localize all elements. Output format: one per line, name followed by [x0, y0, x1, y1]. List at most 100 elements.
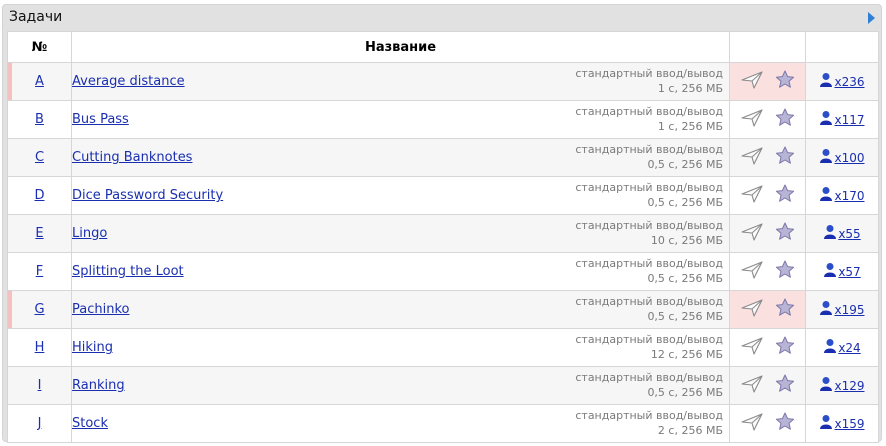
collapse-triangle-icon[interactable] [868, 12, 875, 24]
solved-count-link[interactable]: x100 [834, 151, 864, 165]
problem-letter-link[interactable]: B [35, 112, 44, 127]
problem-actions-cell [729, 138, 806, 177]
problem-title-link[interactable]: Stock [72, 416, 108, 431]
paper-plane-icon[interactable] [740, 146, 763, 170]
solved-count-link[interactable]: x129 [834, 379, 864, 393]
solved-count-link[interactable]: x170 [834, 189, 864, 203]
problem-solved-cell: x236 [805, 62, 879, 101]
problem-limits: стандартный ввод/вывод 12 с, 256 МБ [575, 332, 723, 362]
star-icon[interactable] [775, 70, 795, 93]
user-icon [823, 262, 837, 282]
problem-io: стандартный ввод/вывод [575, 409, 723, 422]
header-actions [729, 31, 806, 63]
solved-count-link[interactable]: x55 [838, 227, 860, 241]
problem-letter-link[interactable]: H [35, 340, 45, 355]
problem-title-link[interactable]: Ranking [72, 378, 125, 393]
problem-title-link[interactable]: Bus Pass [72, 112, 129, 127]
solved-count-link[interactable]: x57 [838, 265, 860, 279]
problem-letter-link[interactable]: G [34, 302, 44, 317]
problem-index-cell: F [7, 252, 72, 291]
solved-count-link[interactable]: x236 [834, 75, 864, 89]
paper-plane-icon[interactable] [740, 412, 763, 436]
problem-solved-cell: x100 [805, 138, 879, 177]
paper-plane-icon[interactable] [740, 336, 763, 360]
problem-index-cell: C [7, 138, 72, 177]
solved-count-link[interactable]: x195 [834, 303, 864, 317]
user-icon [819, 300, 833, 320]
table-row: I Ranking стандартный ввод/вывод 0,5 с, 256… [7, 366, 879, 405]
problem-io: стандартный ввод/вывод [575, 143, 723, 156]
problem-title-link[interactable]: Average distance [72, 74, 185, 89]
paper-plane-icon[interactable] [740, 222, 763, 246]
problem-index-cell: I [7, 366, 72, 405]
star-icon[interactable] [775, 146, 795, 169]
problem-index-cell: A [7, 62, 72, 101]
paper-plane-icon[interactable] [740, 70, 763, 94]
problem-index-cell: E [7, 214, 72, 253]
problem-letter-link[interactable]: J [38, 416, 42, 431]
problem-name-cell: Cutting Banknotes стандартный ввод/вывод 0… [71, 138, 730, 177]
problem-title-link[interactable]: Pachinko [72, 302, 129, 317]
problem-io: стандартный ввод/вывод [575, 371, 723, 384]
problem-title-link[interactable]: Cutting Banknotes [72, 150, 192, 165]
problem-time-memory: 10 с, 256 МБ [650, 234, 723, 247]
star-icon[interactable] [775, 298, 795, 321]
problem-solved-cell: x55 [805, 214, 879, 253]
problem-time-memory: 0,5 с, 256 МБ [647, 310, 723, 323]
problem-actions-cell [729, 252, 806, 291]
table-row: C Cutting Banknotes стандартный ввод/вывод… [7, 138, 879, 177]
problem-actions-cell [729, 290, 806, 329]
problem-io: стандартный ввод/вывод [575, 219, 723, 232]
star-icon[interactable] [775, 260, 795, 283]
paper-plane-icon[interactable] [740, 298, 763, 322]
table-row: G Pachinko стандартный ввод/вывод 0,5 с, 25… [7, 290, 879, 329]
problem-time-memory: 0,5 с, 256 МБ [647, 158, 723, 171]
problem-letter-link[interactable]: F [36, 264, 43, 279]
problem-actions-cell [729, 404, 806, 443]
solved-count-link[interactable]: x159 [834, 417, 864, 431]
paper-plane-icon[interactable] [740, 108, 763, 132]
problems-panel: Задачи № Название A Average distance станд… [2, 4, 882, 443]
paper-plane-icon[interactable] [740, 260, 763, 284]
star-icon[interactable] [775, 412, 795, 435]
problem-title-link[interactable]: Splitting the Loot [72, 264, 184, 279]
problem-time-memory: 1 с, 256 МБ [657, 120, 723, 133]
paper-plane-icon[interactable] [740, 184, 763, 208]
problem-title-link[interactable]: Hiking [72, 340, 113, 355]
table-row: F Splitting the Loot стандартный ввод/выво… [7, 252, 879, 291]
header-solved [805, 31, 879, 63]
star-icon[interactable] [775, 108, 795, 131]
problem-solved-cell: x57 [805, 252, 879, 291]
problem-io: стандартный ввод/вывод [575, 257, 723, 270]
star-icon[interactable] [775, 336, 795, 359]
panel-header: Задачи [3, 5, 881, 29]
problems-table: № Название A Average distance стандартный … [7, 31, 879, 443]
problem-name-cell: Average distance стандартный ввод/вывод 1 … [71, 62, 730, 101]
problem-name-cell: Lingo стандартный ввод/вывод 10 с, 256 МБ [71, 214, 730, 253]
star-icon[interactable] [775, 222, 795, 245]
problem-name-cell: Dice Password Security стандартный ввод/в… [71, 176, 730, 215]
star-icon[interactable] [775, 374, 795, 397]
problem-name-cell: Hiking стандартный ввод/вывод 12 с, 256 МБ [71, 328, 730, 367]
problem-name-cell: Splitting the Loot стандартный ввод/вывод… [71, 252, 730, 291]
problem-letter-link[interactable]: C [35, 150, 44, 165]
problem-solved-cell: x195 [805, 290, 879, 329]
header-num: № [7, 31, 72, 63]
problem-name-cell: Pachinko стандартный ввод/вывод 0,5 с, 256… [71, 290, 730, 329]
paper-plane-icon[interactable] [740, 374, 763, 398]
problem-solved-cell: x159 [805, 404, 879, 443]
problem-index-cell: D [7, 176, 72, 215]
problem-letter-link[interactable]: A [35, 74, 44, 89]
problem-actions-cell [729, 100, 806, 139]
solved-count-link[interactable]: x24 [838, 341, 860, 355]
problem-letter-link[interactable]: E [35, 226, 43, 241]
problem-actions-cell [729, 62, 806, 101]
star-icon[interactable] [775, 184, 795, 207]
problem-title-link[interactable]: Lingo [72, 226, 107, 241]
solved-count-link[interactable]: x117 [834, 113, 864, 127]
problem-title-link[interactable]: Dice Password Security [72, 188, 223, 203]
problem-letter-link[interactable]: D [34, 188, 44, 203]
problem-letter-link[interactable]: I [38, 378, 42, 393]
user-icon [819, 148, 833, 168]
user-icon [819, 110, 833, 130]
